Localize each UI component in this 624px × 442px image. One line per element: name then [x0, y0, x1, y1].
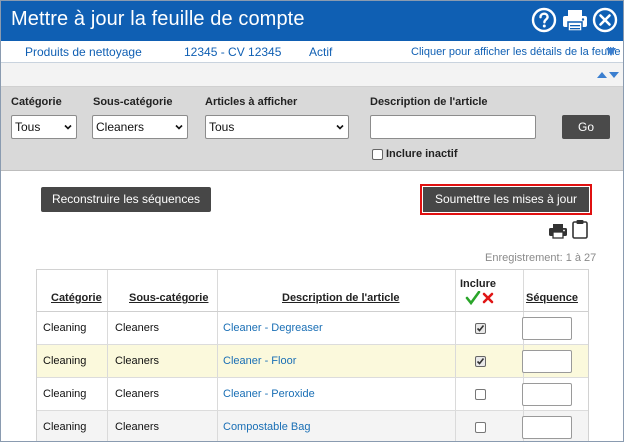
include-checkbox[interactable]: [475, 422, 486, 433]
include-inactive-checkbox[interactable]: [372, 149, 383, 160]
column-divider: [107, 312, 108, 344]
include-checkbox[interactable]: [475, 389, 486, 400]
cell-description-link[interactable]: Compostable Bag: [223, 421, 310, 433]
details-link[interactable]: Cliquer pour afficher les détails de la …: [411, 46, 621, 58]
checkmark-icon: [476, 325, 485, 332]
chevron-down-icon: [175, 124, 183, 130]
cell-description-link[interactable]: Cleaner - Floor: [223, 355, 296, 367]
expand-details-icon[interactable]: [606, 48, 616, 56]
cell-description-link[interactable]: Cleaner - Degreaser: [223, 322, 323, 334]
sequence-input[interactable]: [522, 317, 572, 340]
column-divider: [217, 411, 218, 441]
category-select[interactable]: Tous: [11, 115, 77, 139]
table-row: Cleaning Cleaners Cleaner - Degreaser: [37, 312, 588, 345]
uncheck-all-icon[interactable]: [482, 292, 494, 304]
record-count: Enregistrement: 1 à 27: [485, 252, 597, 264]
info-category: Produits de nettoyage: [25, 45, 142, 59]
category-select-value: Tous: [15, 120, 41, 134]
include-inactive-label: Inclure inactif: [386, 148, 458, 160]
column-divider: [107, 345, 108, 377]
description-label: Description de l'article: [370, 96, 488, 108]
column-divider: [455, 378, 456, 410]
include-toggle-icons: [465, 291, 494, 305]
cell-subcategory: Cleaners: [115, 421, 160, 433]
account-info-bar: Produits de nettoyage 12345 - CV 12345 A…: [1, 41, 623, 63]
check-all-icon[interactable]: [465, 291, 481, 305]
cell-category: Cleaning: [43, 421, 87, 433]
go-button[interactable]: Go: [562, 115, 610, 139]
column-header-include: Inclure: [459, 278, 497, 290]
filter-panel: Catégorie Tous Sous-catégorie Cleaners A…: [1, 87, 623, 171]
column-divider: [107, 270, 108, 311]
column-divider: [217, 312, 218, 344]
column-divider: [107, 378, 108, 410]
column-divider: [217, 270, 218, 311]
info-status: Actif: [309, 45, 333, 59]
subcategory-select[interactable]: Cleaners: [92, 115, 188, 139]
column-divider: [523, 270, 524, 311]
sequence-input[interactable]: [522, 383, 572, 406]
rebuild-sequences-button[interactable]: Reconstruire les séquences: [41, 187, 211, 212]
cell-category: Cleaning: [43, 388, 87, 400]
description-input[interactable]: [370, 115, 536, 139]
chevron-down-icon: [336, 124, 344, 130]
column-header-category[interactable]: Catégorie: [51, 292, 102, 304]
column-divider: [455, 411, 456, 441]
subcategory-select-value: Cleaners: [96, 120, 145, 134]
column-divider: [107, 411, 108, 441]
window-frame: Mettre à jour la feuille de compte Produ…: [0, 0, 624, 442]
column-divider: [455, 270, 456, 311]
articles-select-value: Tous: [209, 120, 235, 134]
table-row: Cleaning Cleaners Compostable Bag: [37, 411, 588, 441]
arrow-up-icon[interactable]: [597, 72, 607, 78]
submit-updates-label: Soumettre les mises à jour: [423, 187, 589, 212]
subcategory-label: Sous-catégorie: [93, 96, 173, 108]
column-divider: [455, 312, 456, 344]
include-checkbox[interactable]: [475, 323, 486, 334]
include-checkbox[interactable]: [475, 356, 486, 367]
collapse-strip: [1, 63, 623, 87]
articles-label: Articles à afficher: [205, 96, 298, 108]
column-header-sequence[interactable]: Séquence: [526, 292, 578, 304]
table-row: Cleaning Cleaners Cleaner - Floor: [37, 345, 588, 378]
cell-subcategory: Cleaners: [115, 355, 160, 367]
page-title: Mettre à jour la feuille de compte: [11, 8, 305, 30]
cell-category: Cleaning: [43, 322, 87, 334]
accounts-table: Catégorie Sous-catégorie Description de …: [36, 269, 589, 441]
sequence-input[interactable]: [522, 350, 572, 373]
title-bar: Mettre à jour la feuille de compte: [1, 1, 623, 41]
column-divider: [455, 345, 456, 377]
checkmark-icon: [476, 358, 485, 365]
cell-subcategory: Cleaners: [115, 388, 160, 400]
cell-subcategory: Cleaners: [115, 322, 160, 334]
column-divider: [217, 378, 218, 410]
printer-icon[interactable]: [548, 221, 568, 241]
category-label: Catégorie: [11, 96, 62, 108]
help-icon[interactable]: [531, 7, 557, 33]
articles-select[interactable]: Tous: [205, 115, 349, 139]
arrow-down-icon[interactable]: [609, 72, 619, 78]
table-header: Catégorie Sous-catégorie Description de …: [37, 270, 588, 312]
table-row: Cleaning Cleaners Cleaner - Peroxide: [37, 378, 588, 411]
clipboard-icon[interactable]: [570, 219, 590, 239]
submit-updates-button[interactable]: Soumettre les mises à jour: [420, 184, 592, 215]
printer-icon[interactable]: [561, 7, 589, 33]
cell-category: Cleaning: [43, 355, 87, 367]
cell-description-link[interactable]: Cleaner - Peroxide: [223, 388, 315, 400]
close-icon[interactable]: [592, 7, 618, 33]
info-account: 12345 - CV 12345: [184, 45, 282, 59]
column-header-subcategory[interactable]: Sous-catégorie: [129, 292, 208, 304]
column-header-description[interactable]: Description de l'article: [282, 292, 400, 304]
chevron-down-icon: [64, 124, 72, 130]
sequence-input[interactable]: [522, 416, 572, 439]
column-divider: [217, 345, 218, 377]
